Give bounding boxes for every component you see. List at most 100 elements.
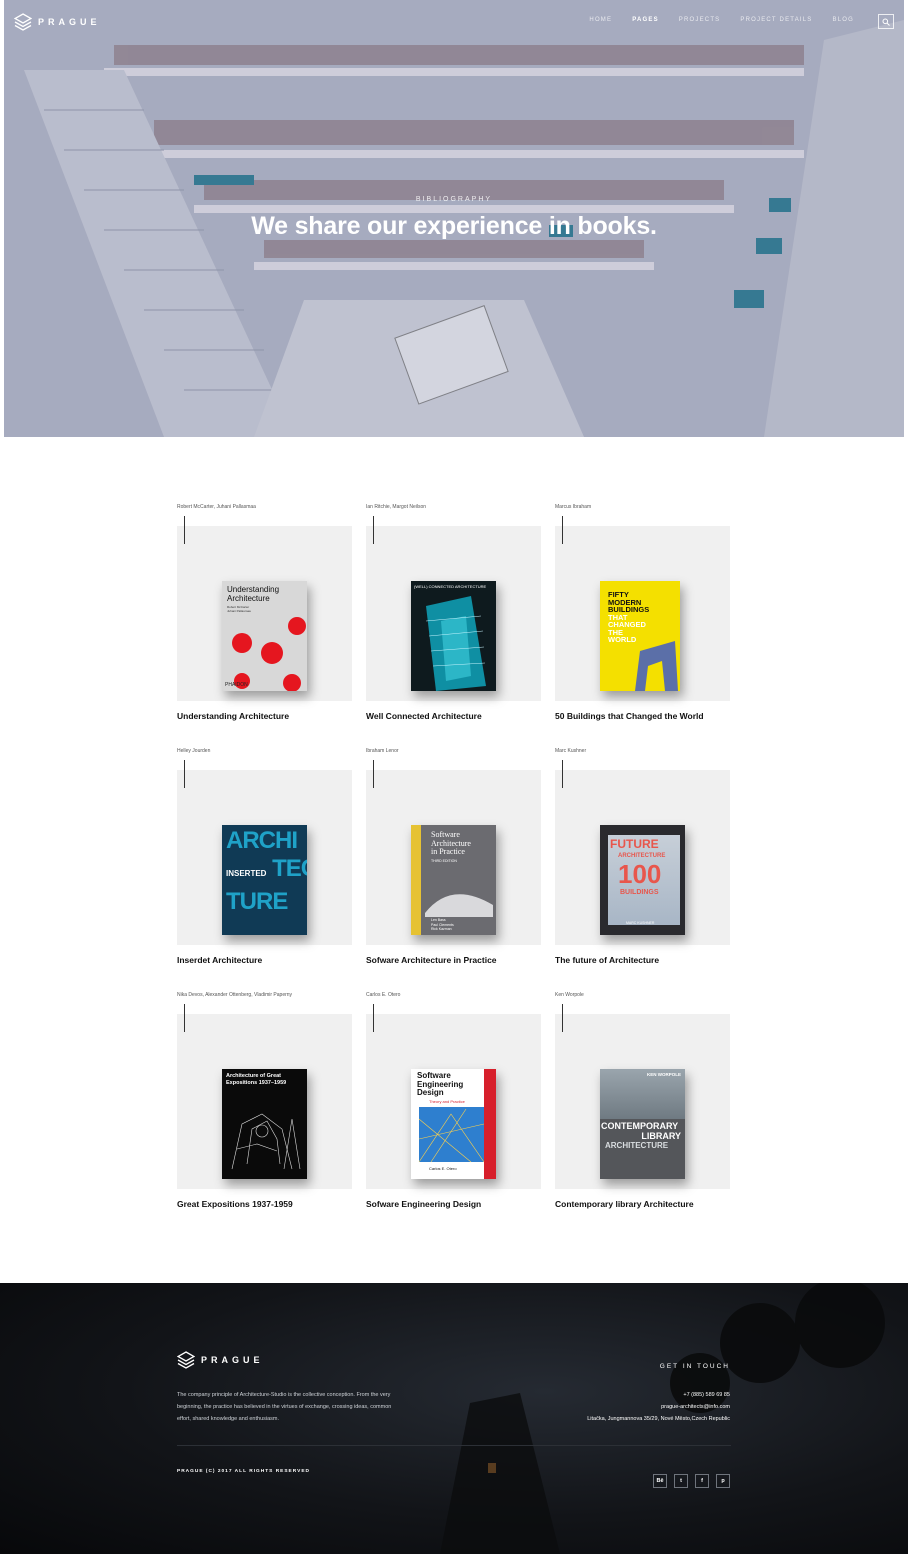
- cover-author: MARC KUSHNER: [626, 921, 655, 925]
- author-tick: [373, 760, 374, 788]
- search-button[interactable]: [878, 14, 894, 29]
- footer: PRAGUE The company principle of Architec…: [0, 1283, 908, 1554]
- cover-authors: Len Bass Paul Clements Rick Kazman: [431, 918, 454, 931]
- behance-icon[interactable]: Bē: [653, 1474, 667, 1488]
- cover-title: ARCHI INSERTED TEC TURE: [226, 827, 307, 915]
- nav-project-details[interactable]: PROJECT DETAILS: [740, 17, 812, 23]
- author-tick: [184, 1004, 185, 1032]
- book-title[interactable]: Sofware Architecture in Practice: [366, 955, 497, 965]
- book-card[interactable]: Ian Ritchie, Margot Neilson (WELL) CONNE…: [366, 504, 541, 721]
- book-authors: Marcus Ibraham: [555, 504, 592, 510]
- book-card[interactable]: Helley Jourden ARCHI INSERTED TEC TURE I…: [177, 748, 352, 965]
- book-image-frame[interactable]: Architecture of Great Expositions 1937–19…: [177, 1014, 352, 1189]
- search-icon: [882, 18, 890, 26]
- facebook-icon[interactable]: f: [695, 1474, 709, 1488]
- cover-title-2: LIBRARY: [641, 1131, 681, 1141]
- book-card[interactable]: Ibraham Lenor Software Architecture in Pra…: [366, 748, 541, 965]
- nav-home[interactable]: HOME: [589, 17, 612, 23]
- book-cover: ARCHI INSERTED TEC TURE: [222, 825, 307, 935]
- brand-logo-link[interactable]: PRAGUE: [14, 13, 101, 31]
- social-links: Bē t f p: [653, 1474, 730, 1488]
- author-tick: [562, 516, 563, 544]
- book-image-frame[interactable]: Understanding Architecture Robert McCarte…: [177, 526, 352, 701]
- footer-email[interactable]: prague-architects@info.com: [587, 1401, 730, 1413]
- cover-title: FUTURE: [610, 837, 659, 851]
- book-title[interactable]: Understanding Architecture: [177, 711, 289, 721]
- twitter-icon[interactable]: t: [674, 1474, 688, 1488]
- hero-title: We share our experience in books.: [251, 212, 657, 240]
- footer-phone[interactable]: +7 (885) 589 69 85: [587, 1389, 730, 1401]
- book-card[interactable]: Ken Worpole KEN WORPOLE CONTEMPORARY LIB…: [555, 992, 730, 1209]
- footer-address: Litačka, Jungmannova 35/29, Nové Město,C…: [587, 1416, 730, 1422]
- author-tick: [184, 516, 185, 544]
- nav-blog[interactable]: BLOG: [833, 17, 854, 23]
- book-cover: (WELL) CONNECTED ARCHITECTURE: [411, 581, 496, 691]
- cover-number: 100: [618, 859, 662, 889]
- book-authors: Ken Worpole: [555, 992, 584, 998]
- get-in-touch-heading: GET IN TOUCH: [659, 1363, 730, 1370]
- book-image-frame[interactable]: (WELL) CONNECTED ARCHITECTURE: [366, 526, 541, 701]
- author-tick: [562, 1004, 563, 1032]
- book-image-frame[interactable]: ARCHI INSERTED TEC TURE: [177, 770, 352, 945]
- footer-copyright: PRAGUE (C) 2017 ALL RIGHTS RESERVED: [177, 1469, 311, 1474]
- book-image-frame[interactable]: FUTURE ARCHITECTURE 100 BUILDINGS MARC K…: [555, 770, 730, 945]
- book-authors: Robert McCarter, Juhani Pallasmaa: [177, 504, 256, 510]
- author-tick: [373, 1004, 374, 1032]
- cover-publisher: PHAIDON: [225, 682, 248, 688]
- book-image-frame[interactable]: Software Architecture in Practice THIRD ED…: [366, 770, 541, 945]
- book-authors: Carlos E. Otero: [366, 992, 401, 998]
- cover-art: [418, 1107, 485, 1163]
- book-authors: Helley Jourden: [177, 748, 211, 754]
- brand-name: PRAGUE: [38, 17, 101, 27]
- book-authors: Ian Ritchie, Margot Neilson: [366, 504, 427, 510]
- book-cover: Software Engineering Design Theory and Pra…: [411, 1069, 496, 1179]
- book-title[interactable]: Contemporary library Architecture: [555, 1199, 694, 1209]
- book-cover: FUTURE ARCHITECTURE 100 BUILDINGS MARC K…: [600, 825, 685, 935]
- book-authors: Ibraham Lenor: [366, 748, 399, 754]
- book-image-frame[interactable]: FIFTY MODERN BUILDINGS THAT CHANGED THE WORLD: [555, 526, 730, 701]
- author-tick: [373, 516, 374, 544]
- cover-title: CONTEMPORARY: [601, 1121, 679, 1131]
- book-cover: FIFTY MODERN BUILDINGS THAT CHANGED THE WORLD: [600, 581, 680, 691]
- prague-logo-icon: [14, 13, 32, 31]
- book-card[interactable]: Robert McCarter, Juhani Pallasmaa Unders…: [177, 504, 352, 721]
- book-cover: KEN WORPOLE CONTEMPORARY LIBRARY ARCHITE…: [600, 1069, 685, 1179]
- book-card[interactable]: Marcus Ibraham FIFTY MODERN BUILDINGS THAT C…: [555, 504, 730, 721]
- book-card[interactable]: Marc Kushner FUTURE ARCHITECTURE 100 BUI…: [555, 748, 730, 965]
- nav-projects[interactable]: PROJECTS: [679, 17, 721, 23]
- book-card[interactable]: Carlos E. Otero Software Engineering Desig…: [366, 992, 541, 1209]
- footer-contact: +7 (885) 589 69 85 prague-architects@inf…: [587, 1389, 730, 1425]
- book-title[interactable]: Great Expositions 1937-1959: [177, 1199, 293, 1209]
- book-title[interactable]: Sofware Engineering Design: [366, 1199, 481, 1209]
- footer-description: The company principle of Architecture-St…: [177, 1392, 392, 1422]
- book-title[interactable]: The future of Architecture: [555, 955, 659, 965]
- nav-pages[interactable]: PAGES: [632, 17, 659, 23]
- book-title[interactable]: Well Connected Architecture: [366, 711, 482, 721]
- book-image-frame[interactable]: KEN WORPOLE CONTEMPORARY LIBRARY ARCHITE…: [555, 1014, 730, 1189]
- cover-subtitle-2: BUILDINGS: [620, 889, 659, 896]
- footer-brand[interactable]: PRAGUE: [177, 1351, 264, 1369]
- book-title[interactable]: 50 Buildings that Changed the World: [555, 711, 704, 721]
- book-card[interactable]: Nika Devos, Alexander Ottenberg, Vladimi…: [177, 992, 352, 1209]
- book-title[interactable]: Inserdet Architecture: [177, 955, 262, 965]
- cover-author: Carlos E. Otero: [429, 1166, 457, 1171]
- footer-divider: [177, 1445, 731, 1446]
- cover-art: [635, 641, 678, 691]
- footer-background-image: [440, 1283, 885, 1554]
- cover-art: [425, 596, 486, 691]
- cover-art: [232, 617, 306, 691]
- book-image-frame[interactable]: Software Engineering Design Theory and Pra…: [366, 1014, 541, 1189]
- footer-brand-name: PRAGUE: [201, 1355, 264, 1365]
- cover-author: KEN WORPOLE: [646, 1072, 681, 1077]
- book-cover: Architecture of Great Expositions 1937–19…: [222, 1069, 307, 1179]
- book-authors: Nika Devos, Alexander Ottenberg, Vladimi…: [177, 992, 293, 998]
- main-nav: HOME PAGES PROJECTS PROJECT DETAILS BLOG: [589, 17, 854, 23]
- book-authors: Marc Kushner: [555, 748, 587, 754]
- author-tick: [562, 760, 563, 788]
- hero-kicker: BIBLIOGRAPHY: [415, 196, 493, 203]
- author-tick: [184, 760, 185, 788]
- hero-section: PRAGUE HOME PAGES PROJECTS PROJECT DETAI…: [4, 0, 904, 437]
- cover-title-3: ARCHITECTURE: [605, 1141, 669, 1150]
- book-cover: Understanding Architecture Robert McCarte…: [222, 581, 307, 691]
- pinterest-icon[interactable]: p: [716, 1474, 730, 1488]
